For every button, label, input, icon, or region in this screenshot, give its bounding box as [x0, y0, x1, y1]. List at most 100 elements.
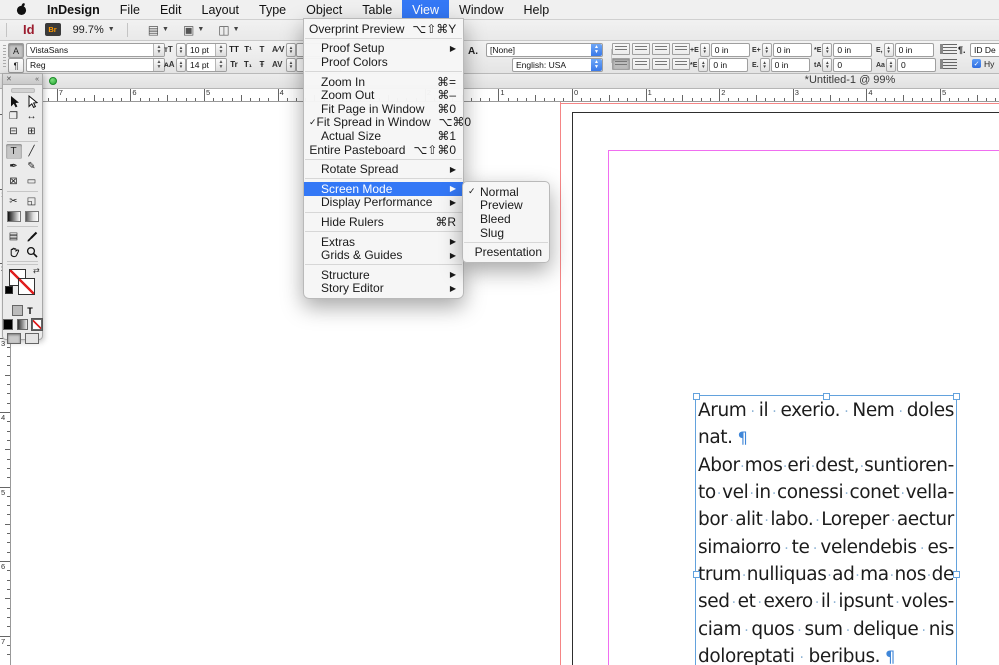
leading-stepper[interactable]: ▲▼ [176, 58, 186, 72]
font-size-field[interactable]: 10 pt ▲▼ [186, 43, 227, 57]
stroke-swatch-none[interactable] [18, 278, 35, 295]
hand-tool[interactable] [6, 244, 22, 259]
panel-grip[interactable] [3, 45, 6, 69]
menu-item-grids-guides[interactable]: Grids & Guides▶ [304, 248, 463, 262]
pen-tool[interactable]: ✒ [6, 159, 22, 174]
language-dropdown[interactable]: English: USA ▲▼ [512, 58, 603, 72]
apply-none-button[interactable] [32, 319, 42, 330]
formatting-affects-text-button[interactable]: T [27, 306, 33, 316]
scissors-tool[interactable]: ✂ [6, 194, 22, 209]
gradient-swatch-tool[interactable] [6, 209, 22, 224]
justify-left-button[interactable] [672, 43, 690, 55]
submenu-item-presentation[interactable]: Presentation [463, 245, 549, 259]
frame-handle[interactable] [953, 571, 960, 578]
stepper[interactable]: ▲▼ [884, 43, 894, 57]
character-style-dropdown[interactable]: [None] ▲▼ [486, 43, 603, 57]
menu-item-screen-mode[interactable]: Screen Mode▶ [304, 182, 463, 196]
gap-tool[interactable]: ↔ [24, 109, 40, 124]
content-collector-tool[interactable]: ⊟ [6, 124, 22, 139]
frame-edges-button[interactable]: ▣▼ [183, 23, 204, 37]
stepper[interactable]: ▲▼ [760, 58, 770, 72]
bulleted-list-button[interactable] [940, 44, 957, 54]
drop-cap-characters-field[interactable]: 0 [897, 58, 936, 72]
gradient-feather-tool[interactable] [24, 209, 40, 224]
default-fill-stroke-icon[interactable] [5, 286, 13, 294]
font-family-stepper[interactable]: ▲▼ [153, 44, 164, 56]
font-style-stepper[interactable]: ▲▼ [153, 59, 164, 71]
font-style-field[interactable]: Reg ▲▼ [26, 58, 165, 72]
align-center-button[interactable] [632, 43, 650, 55]
menu-item-proof-setup[interactable]: Proof Setup▶ [304, 42, 463, 56]
submenu-item-bleed[interactable]: Bleed [463, 212, 549, 226]
right-indent-field[interactable]: 0 in [773, 43, 812, 57]
stepper[interactable]: ▲▼ [822, 58, 832, 72]
swap-fill-stroke-icon[interactable]: ⇄ [33, 266, 40, 275]
menu-item-proof-colors[interactable]: Proof Colors [304, 55, 463, 69]
rectangle-tool[interactable]: ▭ [24, 174, 40, 189]
line-tool[interactable]: ╱ [24, 144, 40, 159]
stepper[interactable]: ▲▼ [886, 58, 896, 72]
normal-view-mode-button[interactable] [7, 333, 21, 344]
panel-close-icon[interactable]: ✕ [6, 75, 12, 83]
frame-handle[interactable] [823, 393, 830, 400]
small-caps-button[interactable]: Tr [228, 58, 240, 70]
eyedropper-tool[interactable] [24, 229, 40, 244]
apple-menu[interactable] [16, 3, 27, 16]
character-formatting-button[interactable]: A [8, 43, 24, 58]
menu-item-actual-size[interactable]: Actual Size⌘1 [304, 129, 463, 143]
menubar-item-edit[interactable]: Edit [150, 0, 192, 19]
tools-palette-header[interactable]: ✕ « [3, 74, 42, 85]
hyphenate-checkbox[interactable]: ✓ [972, 59, 981, 68]
strikethrough-button[interactable]: Ŧ [256, 58, 268, 70]
content-placer-tool[interactable]: ⊞ [24, 124, 40, 139]
character-style-combo-cap[interactable]: ▲▼ [591, 44, 602, 56]
submenu-item-preview[interactable]: Preview [463, 199, 549, 213]
space-after-field[interactable]: 0 in [771, 58, 810, 72]
text-frame[interactable]: Arum·il·exerio.·Nem·dolesnat.¶Abor·mos·e… [695, 395, 957, 665]
menubar-item-view[interactable]: View [402, 0, 449, 19]
menu-item-rotate-spread[interactable]: Rotate Spread▶ [304, 162, 463, 176]
frame-tool[interactable]: ⊠ [6, 174, 22, 189]
free-transform-tool[interactable]: ◱ [24, 194, 40, 209]
menubar-item-help[interactable]: Help [514, 0, 560, 19]
menubar-item-layout[interactable]: Layout [192, 0, 250, 19]
view-options-button[interactable]: ▤▼ [148, 23, 169, 37]
stepper[interactable]: ▲▼ [698, 58, 708, 72]
language-combo-cap[interactable]: ▲▼ [591, 59, 602, 71]
menubar-item-window[interactable]: Window [449, 0, 513, 19]
preview-mode-button[interactable] [25, 333, 39, 344]
submenu-item-slug[interactable]: Slug [463, 226, 549, 240]
menu-item-extras[interactable]: Extras▶ [304, 235, 463, 249]
direct-selection-tool[interactable] [24, 94, 40, 109]
menu-item-fit-spread-in-window[interactable]: ✓Fit Spread in Window⌥⌘0 [304, 116, 463, 130]
zoom-tool[interactable] [24, 244, 40, 259]
frame-handle[interactable] [693, 571, 700, 578]
justify-all-button[interactable] [652, 58, 670, 70]
menubar-item-table[interactable]: Table [352, 0, 402, 19]
subscript-button[interactable]: T₁ [242, 58, 254, 70]
bridge-button[interactable]: Br [45, 23, 61, 36]
menu-item-entire-pasteboard[interactable]: Entire Pasteboard⌥⇧⌘0 [304, 143, 463, 157]
justify-right-button[interactable] [632, 58, 650, 70]
selection-tool[interactable] [6, 94, 22, 109]
menu-item-fit-page-in-window[interactable]: Fit Page in Window⌘0 [304, 102, 463, 116]
window-zoom-button[interactable] [49, 77, 57, 85]
align-towards-spine-button[interactable] [672, 58, 690, 70]
formatting-affects-container-button[interactable] [12, 305, 23, 316]
horizontal-ruler[interactable]: 7654321012345 [0, 88, 999, 102]
align-right-button[interactable] [652, 43, 670, 55]
frame-handle[interactable] [693, 393, 700, 400]
menu-item-structure[interactable]: Structure▶ [304, 268, 463, 282]
note-tool[interactable]: ▤ [6, 229, 22, 244]
menubar-item-indesign[interactable]: InDesign [37, 0, 110, 19]
menu-item-zoom-out[interactable]: Zoom Out⌘– [304, 88, 463, 102]
submenu-item-normal[interactable]: ✓Normal [463, 185, 549, 199]
stepper[interactable]: ▲▼ [822, 43, 832, 57]
pencil-tool[interactable]: ✎ [24, 159, 40, 174]
kerning-stepper[interactable]: ▲▼ [286, 43, 296, 57]
menu-item-zoom-in[interactable]: Zoom In⌘= [304, 75, 463, 89]
leading-field[interactable]: 14 pt ▲▼ [186, 58, 227, 72]
menu-item-story-editor[interactable]: Story Editor▶ [304, 282, 463, 296]
menubar-item-type[interactable]: Type [249, 0, 296, 19]
story-text[interactable]: Arum·il·exerio.·Nem·dolesnat.¶Abor·mos·e… [698, 397, 954, 665]
